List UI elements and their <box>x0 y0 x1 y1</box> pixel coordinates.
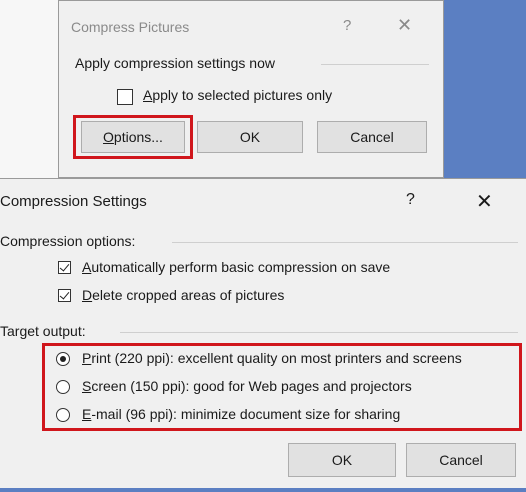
target-output-label: Target output: <box>0 323 86 339</box>
close-icon[interactable]: ✕ <box>397 15 412 36</box>
desktop-background <box>0 488 526 492</box>
compress-dialog-title: Compress Pictures <box>71 19 190 35</box>
group-divider <box>321 64 429 65</box>
help-icon[interactable]: ? <box>343 17 351 34</box>
auto-compress-checkbox[interactable] <box>58 261 71 274</box>
compression-options-label: Compression options: <box>0 233 136 249</box>
delete-cropped-label[interactable]: Delete cropped areas of pictures <box>82 287 284 303</box>
compress-pictures-dialog: Compress Pictures ? ✕ Apply compression … <box>58 0 444 178</box>
delete-cropped-checkbox[interactable] <box>58 289 71 302</box>
section-divider <box>120 332 518 333</box>
cancel-button[interactable]: Cancel <box>406 443 516 477</box>
help-icon[interactable]: ? <box>406 191 415 209</box>
document-background <box>0 0 60 180</box>
target-output-highlight-box <box>42 343 522 431</box>
section-divider <box>172 242 518 243</box>
cancel-button[interactable]: Cancel <box>317 121 427 153</box>
settings-dialog-title: Compression Settings <box>0 193 147 210</box>
ok-button[interactable]: OK <box>288 443 396 477</box>
auto-compress-label[interactable]: Automatically perform basic compression … <box>82 259 390 275</box>
options-highlight-box <box>73 115 193 159</box>
ok-button[interactable]: OK <box>197 121 303 153</box>
apply-selected-only-checkbox[interactable] <box>117 89 133 105</box>
apply-compression-group-label: Apply compression settings now <box>75 55 275 71</box>
close-icon[interactable]: ✕ <box>476 189 493 214</box>
compression-settings-dialog: Compression Settings ? ✕ Compression opt… <box>0 178 526 492</box>
apply-selected-only-label[interactable]: Apply to selected pictures only <box>143 87 332 103</box>
